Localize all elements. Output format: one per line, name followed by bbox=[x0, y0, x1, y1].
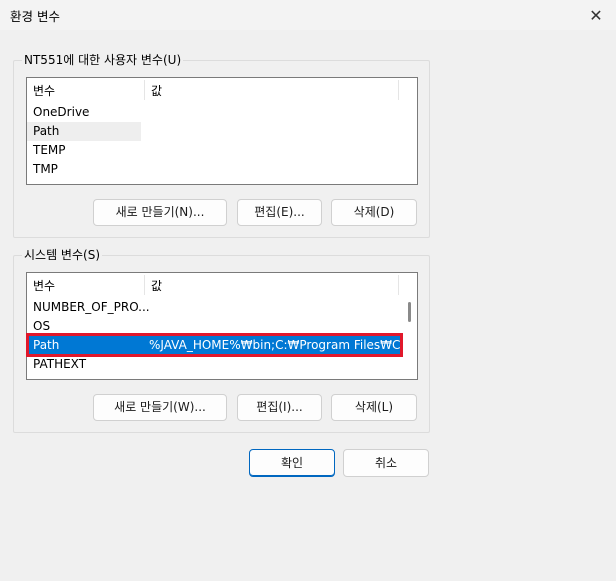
variable-name: PATHEXT bbox=[33, 357, 87, 371]
column-divider bbox=[398, 275, 399, 295]
list-item[interactable]: PATHEXT bbox=[27, 355, 417, 374]
list-header: 변수 값 bbox=[27, 273, 417, 295]
variable-name: NUMBER_OF_PRO... bbox=[33, 300, 150, 314]
system-new-button[interactable]: 새로 만들기(W)... bbox=[93, 394, 227, 421]
ok-button[interactable]: 확인 bbox=[249, 449, 335, 477]
user-variables-list[interactable]: 변수 값 OneDrive Path TEMP TMP bbox=[26, 77, 418, 185]
system-edit-button[interactable]: 편집(I)... bbox=[237, 394, 322, 421]
variable-name: Path bbox=[33, 124, 60, 138]
column-header-variable[interactable]: 변수 bbox=[33, 277, 55, 294]
column-divider[interactable] bbox=[144, 80, 145, 100]
list-item[interactable]: TMP bbox=[27, 160, 141, 179]
variable-name: OneDrive bbox=[33, 105, 90, 119]
list-item[interactable]: NUMBER_OF_PRO... bbox=[27, 298, 417, 317]
column-header-variable[interactable]: 변수 bbox=[33, 82, 55, 99]
user-variables-label: NT551에 대한 사용자 변수(U) bbox=[22, 52, 184, 68]
column-header-value[interactable]: 값 bbox=[151, 82, 162, 99]
user-delete-button[interactable]: 삭제(D) bbox=[331, 199, 417, 226]
user-edit-button[interactable]: 편집(E)... bbox=[237, 199, 322, 226]
list-header: 변수 값 bbox=[27, 78, 417, 100]
highlight-annotation-box bbox=[26, 333, 403, 357]
close-icon[interactable]: ✕ bbox=[576, 0, 616, 30]
title-bar: 환경 변수 ✕ bbox=[0, 0, 616, 30]
column-divider bbox=[398, 80, 399, 100]
system-variables-list[interactable]: 변수 값 NUMBER_OF_PRO... OS Path %JAVA_HOME… bbox=[26, 272, 418, 380]
system-delete-button[interactable]: 삭제(L) bbox=[331, 394, 417, 421]
user-new-button[interactable]: 새로 만들기(N)... bbox=[93, 199, 227, 226]
list-item-selected[interactable]: Path bbox=[27, 122, 141, 141]
list-item[interactable]: TEMP bbox=[27, 141, 141, 160]
system-variables-label: 시스템 변수(S) bbox=[22, 247, 102, 263]
column-header-value[interactable]: 값 bbox=[151, 277, 162, 294]
scrollbar-thumb[interactable] bbox=[408, 302, 411, 322]
column-divider[interactable] bbox=[144, 275, 145, 295]
variable-name: TMP bbox=[33, 162, 58, 176]
variable-name: TEMP bbox=[33, 143, 66, 157]
list-item[interactable]: OneDrive bbox=[27, 103, 141, 122]
cancel-button[interactable]: 취소 bbox=[343, 449, 429, 477]
window-title: 환경 변수 bbox=[10, 9, 60, 24]
